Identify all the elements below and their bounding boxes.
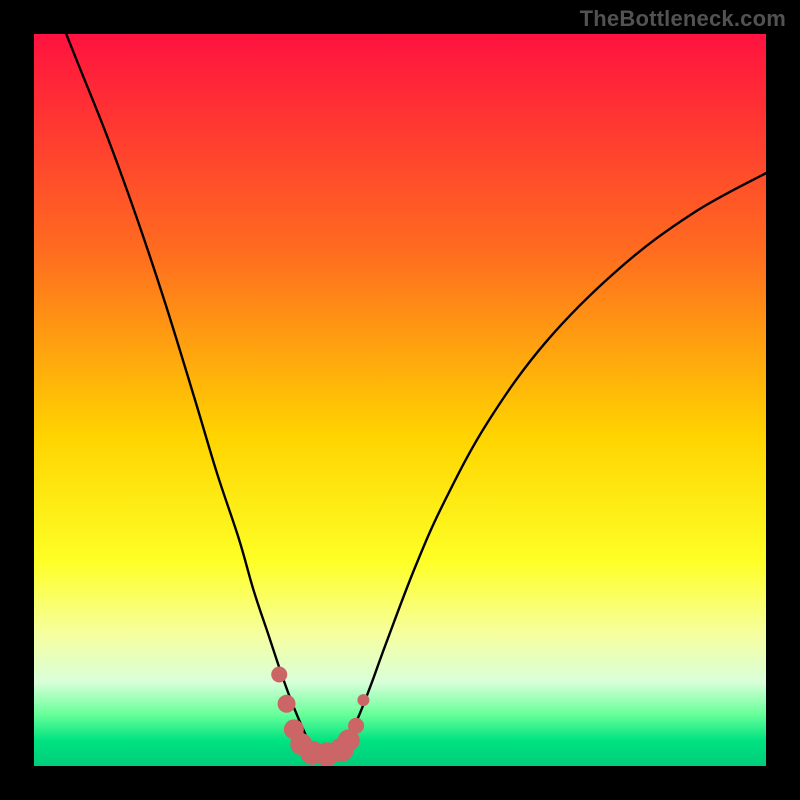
highlight-marker xyxy=(357,694,369,706)
highlight-marker xyxy=(278,695,296,713)
gradient-background xyxy=(34,34,766,766)
watermark-label: TheBottleneck.com xyxy=(580,6,786,32)
plot-area xyxy=(34,34,766,766)
chart-svg xyxy=(34,34,766,766)
highlight-marker xyxy=(271,667,287,683)
highlight-marker xyxy=(348,718,364,734)
chart-frame: TheBottleneck.com xyxy=(0,0,800,800)
